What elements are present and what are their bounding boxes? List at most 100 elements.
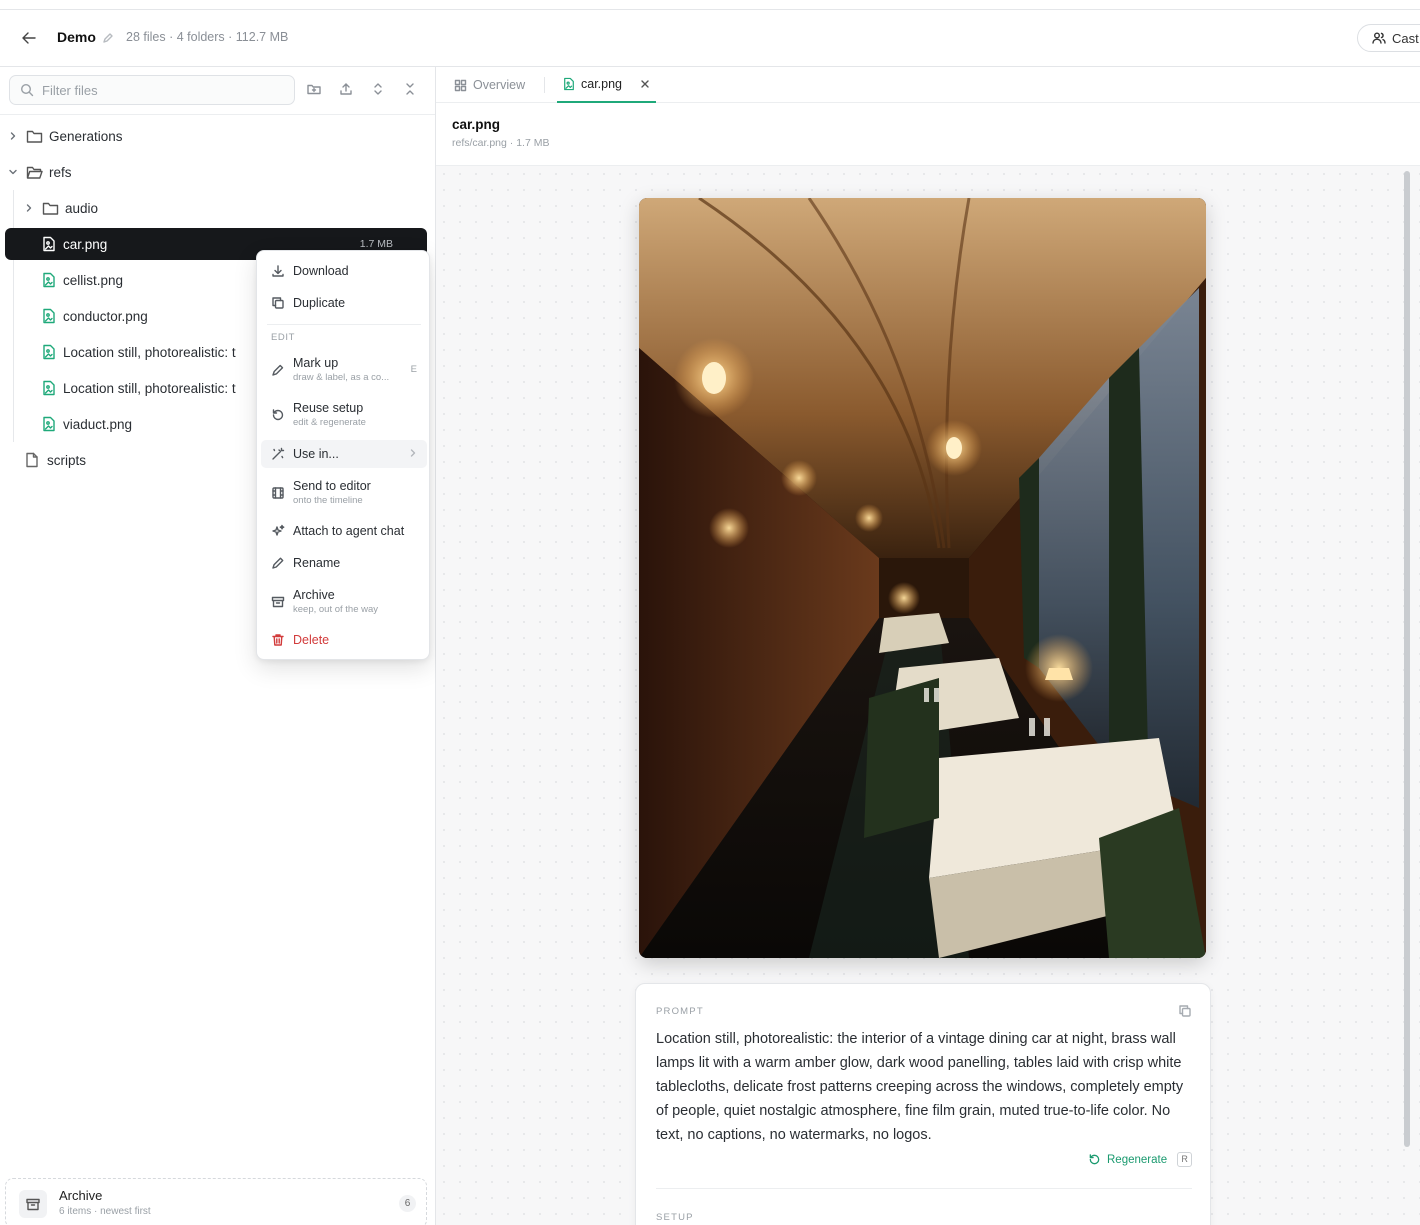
menu-item-label: Delete	[293, 633, 330, 647]
file-viewer: Overview car.png car.png refs/car.png · …	[436, 67, 1420, 1225]
regenerate-button[interactable]: Regenerate R	[1088, 1152, 1193, 1167]
grid-icon	[454, 79, 467, 92]
archive-title: Archive	[59, 1188, 103, 1203]
project-meta: 28 files · 4 folders · 112.7 MB	[126, 30, 289, 44]
cast-button[interactable]: Cast	[1357, 24, 1420, 52]
archive-box-icon	[19, 1190, 47, 1218]
menu-divider	[267, 324, 421, 325]
regenerate-label: Regenerate	[1107, 1153, 1168, 1166]
refresh-icon	[1088, 1153, 1101, 1166]
image-file-icon	[42, 380, 56, 396]
menu-item-reuse-setup[interactable]: Reuse setup edit & regenerate	[261, 396, 427, 434]
edit-name-icon[interactable]	[102, 32, 114, 44]
project-title: Demo	[57, 29, 96, 45]
tree-item-label: car.png	[63, 236, 108, 252]
menu-item-rename[interactable]: Rename	[261, 549, 427, 577]
dining-car-image	[639, 198, 1206, 958]
menu-item-label: Use in...	[293, 447, 339, 461]
image-file-icon	[563, 77, 575, 91]
search-icon	[20, 83, 34, 97]
menu-item-sublabel: edit & regenerate	[293, 417, 366, 428]
scrollbar[interactable]	[1404, 171, 1410, 1147]
file-context-menu: Download Duplicate EDIT Mark up draw & l…	[256, 250, 430, 660]
new-folder-icon[interactable]	[306, 81, 322, 97]
menu-item-label: Archive	[293, 588, 335, 602]
prompt-card: PROMPT Location still, photorealistic: t…	[635, 983, 1211, 1225]
project-header: Demo 28 files · 4 folders · 112.7 MB Cas…	[0, 10, 1420, 67]
trash-icon	[271, 633, 285, 647]
rotate-icon	[271, 408, 285, 422]
menu-item-label: Attach to agent chat	[293, 524, 405, 538]
image-file-icon	[42, 308, 56, 324]
menu-item-label: Duplicate	[293, 296, 346, 310]
archive-card[interactable]: Archive 6 items · newest first 6	[5, 1178, 427, 1225]
folder-icon	[26, 129, 43, 144]
magic-wand-icon	[271, 447, 285, 461]
menu-item-archive[interactable]: Archive keep, out of the way	[261, 583, 427, 621]
tab-label: Overview	[473, 78, 526, 92]
tree-item-label: Generations	[49, 128, 123, 144]
menu-item-sublabel: keep, out of the way	[293, 604, 379, 615]
menu-item-label: Reuse setup	[293, 401, 364, 415]
tree-folder-refs[interactable]: refs	[5, 156, 427, 188]
menu-section-edit: EDIT	[271, 332, 296, 343]
tree-folder-generations[interactable]: Generations	[5, 120, 427, 152]
prompt-divider	[656, 1188, 1192, 1189]
tree-item-label: scripts	[47, 452, 87, 468]
menu-item-sublabel: draw & label, as a co...	[293, 372, 390, 383]
filter-input[interactable]	[42, 82, 272, 98]
tree-item-label: audio	[65, 200, 99, 216]
image-file-icon	[42, 344, 56, 360]
tab-divider	[544, 77, 545, 93]
top-strip	[0, 0, 1420, 10]
sparkles-icon	[271, 524, 285, 538]
menu-item-use-in[interactable]: Use in...	[261, 440, 427, 468]
tab-label: car.png	[581, 77, 623, 91]
users-icon	[1372, 31, 1386, 45]
sidebar-divider	[0, 114, 435, 115]
viewer-file-meta: refs/car.png · 1.7 MB	[452, 137, 550, 149]
tab-car-png[interactable]: car.png	[557, 67, 657, 103]
tab-overview[interactable]: Overview	[454, 67, 525, 103]
menu-item-attach-to-agent-chat[interactable]: Attach to agent chat	[261, 517, 427, 545]
tree-item-label: refs	[49, 164, 72, 180]
menu-item-delete[interactable]: Delete	[261, 626, 427, 654]
image-file-icon	[42, 416, 56, 432]
menu-item-sublabel: onto the timeline	[293, 495, 363, 506]
chevron-down-icon	[8, 167, 18, 177]
document-icon	[25, 452, 39, 468]
image-preview	[639, 198, 1206, 958]
pencil-icon	[271, 556, 285, 570]
menu-item-send-to-editor[interactable]: Send to editor onto the timeline	[261, 474, 427, 512]
close-icon[interactable]	[640, 79, 650, 89]
tree-folder-audio[interactable]: audio	[5, 192, 427, 224]
viewer-file-title: car.png	[452, 117, 501, 132]
upload-icon[interactable]	[338, 81, 354, 97]
back-arrow-icon[interactable]	[20, 30, 38, 46]
menu-item-label: Rename	[293, 556, 341, 570]
tree-item-label: Location still, photorealistic: t	[63, 344, 236, 360]
menu-item-duplicate[interactable]: Duplicate	[261, 289, 427, 317]
film-icon	[271, 486, 285, 500]
pen-icon	[271, 363, 285, 377]
chevron-right-icon	[24, 203, 34, 213]
menu-item-label: Mark up	[293, 356, 339, 370]
file-size: 1.7 MB	[359, 238, 393, 250]
archive-count-badge: 6	[399, 1195, 416, 1212]
copy-icon[interactable]	[1178, 1004, 1192, 1018]
menu-shortcut: E	[410, 364, 417, 375]
prompt-text: Location still, photorealistic: the inte…	[656, 1031, 1184, 1143]
folder-icon	[42, 201, 59, 216]
archive-subtitle: 6 items · newest first	[59, 1206, 151, 1217]
collapse-all-icon[interactable]	[402, 81, 418, 97]
menu-item-download[interactable]: Download	[261, 257, 427, 285]
image-file-icon	[42, 236, 56, 252]
filter-box[interactable]	[9, 75, 295, 105]
setup-label: SETUP	[656, 1212, 694, 1223]
tree-item-label: cellist.png	[63, 272, 124, 288]
menu-item-mark-up[interactable]: Mark up draw & label, as a co... E	[261, 351, 427, 389]
expand-all-icon[interactable]	[370, 81, 386, 97]
regenerate-shortcut: R	[1177, 1152, 1193, 1167]
tab-bar: Overview car.png	[436, 67, 1420, 103]
image-file-icon	[42, 272, 56, 288]
